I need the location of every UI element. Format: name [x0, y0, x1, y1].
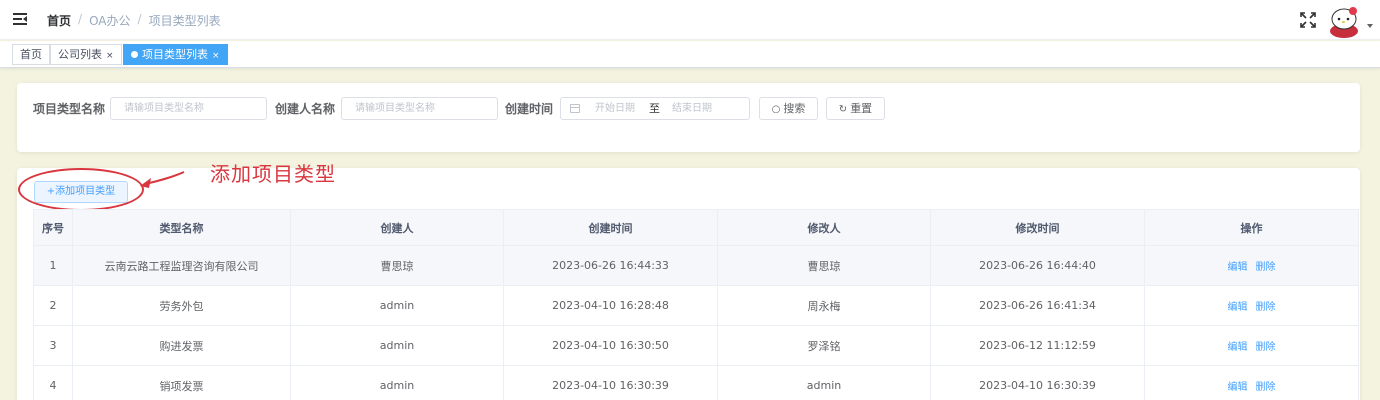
breadcrumb-home[interactable]: 首页: [47, 12, 71, 29]
search-button[interactable]: ○ 搜索: [759, 97, 818, 120]
cell-creator: 曹思琼: [290, 245, 504, 286]
annotation-arrow-icon: [140, 171, 185, 188]
avatar[interactable]: [1327, 4, 1361, 38]
column-header: 创建人: [290, 209, 504, 246]
cell-type-name: 购进发票: [72, 325, 291, 366]
creator-input[interactable]: 请输项目类型名称: [341, 97, 498, 120]
cell-modified-time: 2023-06-26 16:44:40: [930, 245, 1145, 286]
cell-modified-time: 2023-06-26 16:41:34: [930, 285, 1145, 326]
table-header-row: 序号 类型名称 创建人 创建时间 修改人 修改时间 操作: [33, 209, 1359, 246]
breadcrumb-separator: /: [137, 12, 142, 26]
project-type-table: 序号 类型名称 创建人 创建时间 修改人 修改时间 操作 1 云南云路工程监理咨…: [33, 209, 1359, 400]
column-header: 类型名称: [72, 209, 291, 246]
cell-type-name: 销项发票: [72, 365, 291, 400]
start-date-input[interactable]: 开始日期: [595, 98, 635, 119]
cell-modifier: 周永梅: [717, 285, 931, 326]
hello-kitty-avatar-icon: [1330, 7, 1358, 38]
cell-type-name: 劳务外包: [72, 285, 291, 326]
table-row[interactable]: 3 购进发票 admin 2023-04-10 16:30:50 罗泽铭 202…: [33, 325, 1359, 366]
tag-label: 首页: [20, 48, 42, 61]
annotation-ellipse: [18, 168, 144, 211]
search-button-label: 搜索: [783, 102, 806, 115]
cell-modifier: 曹思琼: [717, 245, 931, 286]
edit-link[interactable]: 编辑: [1228, 262, 1248, 273]
cell-modified-time: 2023-04-10 16:30:39: [930, 365, 1145, 400]
tag-label: 公司列表: [58, 48, 102, 61]
hamburger-icon[interactable]: [13, 13, 27, 25]
cell-actions: 编辑 删除: [1144, 285, 1359, 326]
column-header: 修改时间: [930, 209, 1145, 246]
table-row[interactable]: 2 劳务外包 admin 2023-04-10 16:28:48 周永梅 202…: [33, 285, 1359, 326]
cell-created-time: 2023-04-10 16:28:48: [503, 285, 718, 326]
column-header: 序号: [33, 209, 73, 246]
column-header: 操作: [1144, 209, 1359, 246]
delete-link[interactable]: 删除: [1256, 382, 1276, 393]
breadcrumb: 首页 / OA办公 / 项目类型列表: [47, 12, 221, 29]
cell-actions: 编辑 删除: [1144, 245, 1359, 286]
cell-modified-time: 2023-06-12 11:12:59: [930, 325, 1145, 366]
edit-link[interactable]: 编辑: [1228, 302, 1248, 313]
cell-no: 2: [33, 285, 73, 326]
refresh-icon: ↻: [838, 104, 848, 115]
cell-created-time: 2023-06-26 16:44:33: [503, 245, 718, 286]
breadcrumb-separator: /: [78, 12, 83, 26]
reset-button-label: 重置: [850, 102, 873, 115]
column-header: 修改人: [717, 209, 931, 246]
tag-company-list[interactable]: 公司列表 ×: [50, 44, 122, 65]
cell-created-time: 2023-04-10 16:30:50: [503, 325, 718, 366]
type-name-label: 项目类型名称: [33, 102, 106, 116]
annotation-label: 添加项目类型: [210, 162, 336, 186]
search-form: 项目类型名称 请输项目类型名称 创建人名称 请输项目类型名称 创建时间 开始日期…: [17, 83, 1360, 152]
reset-button[interactable]: ↻ 重置: [826, 97, 885, 120]
cell-creator: admin: [290, 365, 504, 400]
end-date-input[interactable]: 结束日期: [672, 98, 712, 119]
edit-link[interactable]: 编辑: [1228, 342, 1248, 353]
close-icon[interactable]: ×: [212, 51, 220, 61]
cell-modifier: 罗泽铭: [717, 325, 931, 366]
cell-no: 4: [33, 365, 73, 400]
created-time-label: 创建时间: [505, 102, 554, 116]
calendar-icon: [570, 104, 580, 113]
column-header: 创建时间: [503, 209, 718, 246]
cell-created-time: 2023-04-10 16:30:39: [503, 365, 718, 400]
cell-creator: admin: [290, 285, 504, 326]
creator-label: 创建人名称: [275, 102, 336, 116]
cell-actions: 编辑 删除: [1144, 325, 1359, 366]
breadcrumb-oa: OA办公: [89, 14, 131, 28]
date-range-picker[interactable]: 开始日期 至 结束日期: [560, 97, 750, 120]
delete-link[interactable]: 删除: [1256, 262, 1276, 273]
table-card: +添加项目类型 添加项目类型 序号 类型名称 创建人 创建时间 修改人 修改时间…: [17, 162, 1360, 400]
tag-home[interactable]: 首页: [12, 44, 50, 65]
fullscreen-icon[interactable]: [1300, 12, 1316, 28]
close-icon[interactable]: ×: [106, 51, 114, 61]
cell-no: 3: [33, 325, 73, 366]
type-name-input[interactable]: 请输项目类型名称: [110, 97, 267, 120]
tag-project-type-list[interactable]: 项目类型列表 ×: [123, 44, 228, 65]
top-navbar: 首页 / OA办公 / 项目类型列表: [0, 0, 1380, 40]
tag-label: 项目类型列表: [142, 48, 208, 61]
cell-type-name: 云南云路工程监理咨询有限公司: [72, 245, 291, 286]
delete-link[interactable]: 删除: [1256, 302, 1276, 313]
table-row[interactable]: 4 销项发票 admin 2023-04-10 16:30:39 admin 2…: [33, 365, 1359, 400]
range-separator: 至: [649, 102, 660, 115]
cell-actions: 编辑 删除: [1144, 365, 1359, 400]
breadcrumb-current: 项目类型列表: [148, 14, 221, 28]
active-dot-icon: [131, 51, 138, 58]
edit-link[interactable]: 编辑: [1228, 382, 1248, 393]
cell-no: 1: [33, 245, 73, 286]
cell-creator: admin: [290, 325, 504, 366]
search-icon: ○: [771, 104, 781, 115]
tags-view: 首页 公司列表 × 项目类型列表 ×: [0, 41, 1380, 68]
delete-link[interactable]: 删除: [1256, 342, 1276, 353]
table-row[interactable]: 1 云南云路工程监理咨询有限公司 曹思琼 2023-06-26 16:44:33…: [33, 245, 1359, 286]
caret-down-icon[interactable]: [1367, 24, 1373, 28]
cell-modifier: admin: [717, 365, 931, 400]
